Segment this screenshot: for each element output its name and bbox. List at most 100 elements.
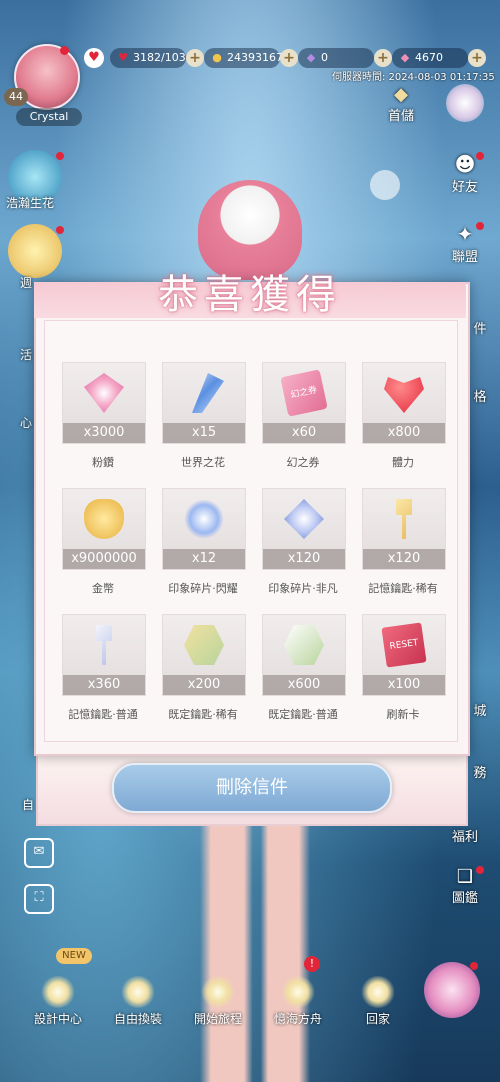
nav-item[interactable]: 憶海方舟 [266, 976, 330, 1027]
nav-item-label: 開始旅程 [193, 1012, 242, 1026]
nav-item[interactable]: 開始旅程 [186, 976, 250, 1027]
world-flower-icon [192, 373, 224, 413]
stamina-counter: ♥ 3182/103 [110, 48, 186, 68]
reward-item-tile: x200 [162, 614, 246, 696]
gold-coin-icon [84, 499, 124, 539]
green-gold-key-icon [184, 625, 224, 665]
pink-gem-counter: ◆ 4670 [392, 48, 468, 68]
city-button[interactable]: 城 [466, 700, 494, 719]
heart-icon [384, 377, 424, 413]
gold-key-icon [396, 499, 412, 539]
bow-icon[interactable] [370, 170, 400, 200]
player-name: Crystal [16, 108, 82, 126]
refresh-card-icon: RESET [381, 622, 427, 668]
nav-item-label: 回家 [365, 1012, 390, 1026]
event-notification-dot [56, 152, 64, 160]
flower-menu-icon [446, 84, 484, 122]
codex-notification-dot [476, 866, 484, 874]
side-label-b[interactable]: 心 [20, 414, 32, 431]
add-stamina-button[interactable]: + [186, 49, 204, 67]
reward-item-quantity: x60 [263, 423, 345, 443]
nav-item-label: 設計中心 [33, 1012, 82, 1026]
reward-item[interactable]: RESET x100 刷新卡 [362, 614, 446, 722]
star-shard-icon [284, 499, 324, 539]
nav-item-label: 自由換裝 [113, 1012, 162, 1026]
reward-item-tile: x600 [262, 614, 346, 696]
reward-item-tile: x15 [162, 362, 246, 444]
reward-item-name: 幻之券 [286, 456, 320, 469]
reward-item-name: 既定鑰匙·稀有 [168, 708, 238, 721]
flower-menu-notification-dot [470, 962, 478, 970]
reward-item[interactable]: x200 既定鑰匙·稀有 [162, 614, 246, 722]
reward-item[interactable]: x800 體力 [362, 362, 446, 470]
chat-icon[interactable]: ✉ [24, 838, 54, 868]
reward-item-quantity: x100 [363, 675, 445, 695]
reward-item-name: 印象碎片·閃耀 [168, 582, 238, 595]
reward-item-tile: x120 [262, 488, 346, 570]
reward-item[interactable]: x15 世界之花 [162, 362, 246, 470]
reward-item-quantity: x120 [363, 549, 445, 569]
reward-item-tile: x360 [62, 614, 146, 696]
flower-menu-button[interactable] [424, 962, 480, 1018]
silver-key-icon [96, 625, 112, 665]
fullscreen-icon[interactable]: ⛶ [24, 884, 54, 914]
menu-button[interactable] [444, 84, 486, 122]
reward-item-quantity: x120 [263, 549, 345, 569]
reward-item[interactable]: x12 印象碎片·閃耀 [162, 488, 246, 596]
pink-gem-icon: ◆ [400, 51, 410, 64]
reward-item-quantity: x200 [163, 675, 245, 695]
welfare-button[interactable]: 福利 [444, 826, 486, 845]
reward-item[interactable]: x360 記憶鑰匙·普通 [62, 614, 146, 722]
reward-item-tile: x800 [362, 362, 446, 444]
new-badge: NEW [56, 948, 92, 964]
reward-item-tile: x9000000 [62, 488, 146, 570]
player-level: 44 [4, 88, 28, 106]
server-time: 伺服器時間: 2024-08-03 01:17:35 [332, 72, 495, 83]
reward-item-tile: x120 [362, 488, 446, 570]
reward-item-name: 印象碎片·非凡 [268, 582, 338, 595]
reward-item[interactable]: x3000 粉鑽 [62, 362, 146, 470]
reward-item-name: 世界之花 [181, 456, 225, 469]
nav-item-label: 憶海方舟 [273, 1012, 322, 1026]
nav-item[interactable]: 設計中心 [26, 976, 90, 1027]
sparkle-icon [120, 976, 156, 1008]
reward-item[interactable]: 幻之券 x60 幻之券 [262, 362, 346, 470]
reward-item-name: 記憶鑰匙·普通 [68, 708, 138, 721]
add-coin-button[interactable]: + [280, 49, 298, 67]
sparkle-icon [40, 976, 76, 1008]
sparkle-icon [200, 976, 236, 1008]
delete-mail-button[interactable]: 刪除信件 [112, 763, 392, 813]
first-top-up-button[interactable]: ◆ 首儲 [380, 84, 422, 124]
cat-coin-icon: ● [212, 51, 222, 64]
diamond-icon: ◆ [394, 84, 408, 105]
reward-item[interactable]: x120 記憶鑰匙·稀有 [362, 488, 446, 596]
task-button[interactable]: 務 [466, 762, 494, 781]
add-pink-gem-button[interactable]: + [468, 49, 486, 67]
reward-item-name: 刷新卡 [386, 708, 420, 721]
grid-button[interactable]: 格 [466, 386, 494, 405]
side-label-a[interactable]: 活 [20, 346, 32, 363]
weekly-event-button[interactable] [8, 224, 62, 278]
sparkle-icon [280, 976, 316, 1008]
reward-item-tile: x12 [162, 488, 246, 570]
reward-item-quantity: x9000000 [63, 549, 145, 569]
mail-button[interactable]: 件 [466, 318, 494, 337]
reward-item[interactable]: x600 既定鑰匙·普通 [262, 614, 346, 722]
purple-gem-icon: ◆ [306, 51, 316, 64]
nav-item[interactable]: 回家 [346, 976, 410, 1027]
reward-item-name: 既定鑰匙·普通 [268, 708, 338, 721]
heart-icon[interactable]: ♥ [84, 48, 104, 68]
side-label-c[interactable]: 自 [22, 796, 34, 813]
reward-item-name: 體力 [392, 456, 414, 469]
reward-item[interactable]: x120 印象碎片·非凡 [262, 488, 346, 596]
reward-item-quantity: x600 [263, 675, 345, 695]
weekly-event-label: 週 [20, 276, 33, 290]
alliance-notification-dot [476, 222, 484, 230]
add-purple-gem-button[interactable]: + [374, 49, 392, 67]
nav-item[interactable]: 自由換裝 [106, 976, 170, 1027]
purple-gem-counter: ◆ 0 [298, 48, 374, 68]
reward-item[interactable]: x9000000 金幣 [62, 488, 146, 596]
reward-item-name: 粉鑽 [92, 456, 114, 469]
event-flower-label: 浩瀚生花 [6, 196, 55, 210]
heart-icon: ♥ [118, 51, 128, 64]
